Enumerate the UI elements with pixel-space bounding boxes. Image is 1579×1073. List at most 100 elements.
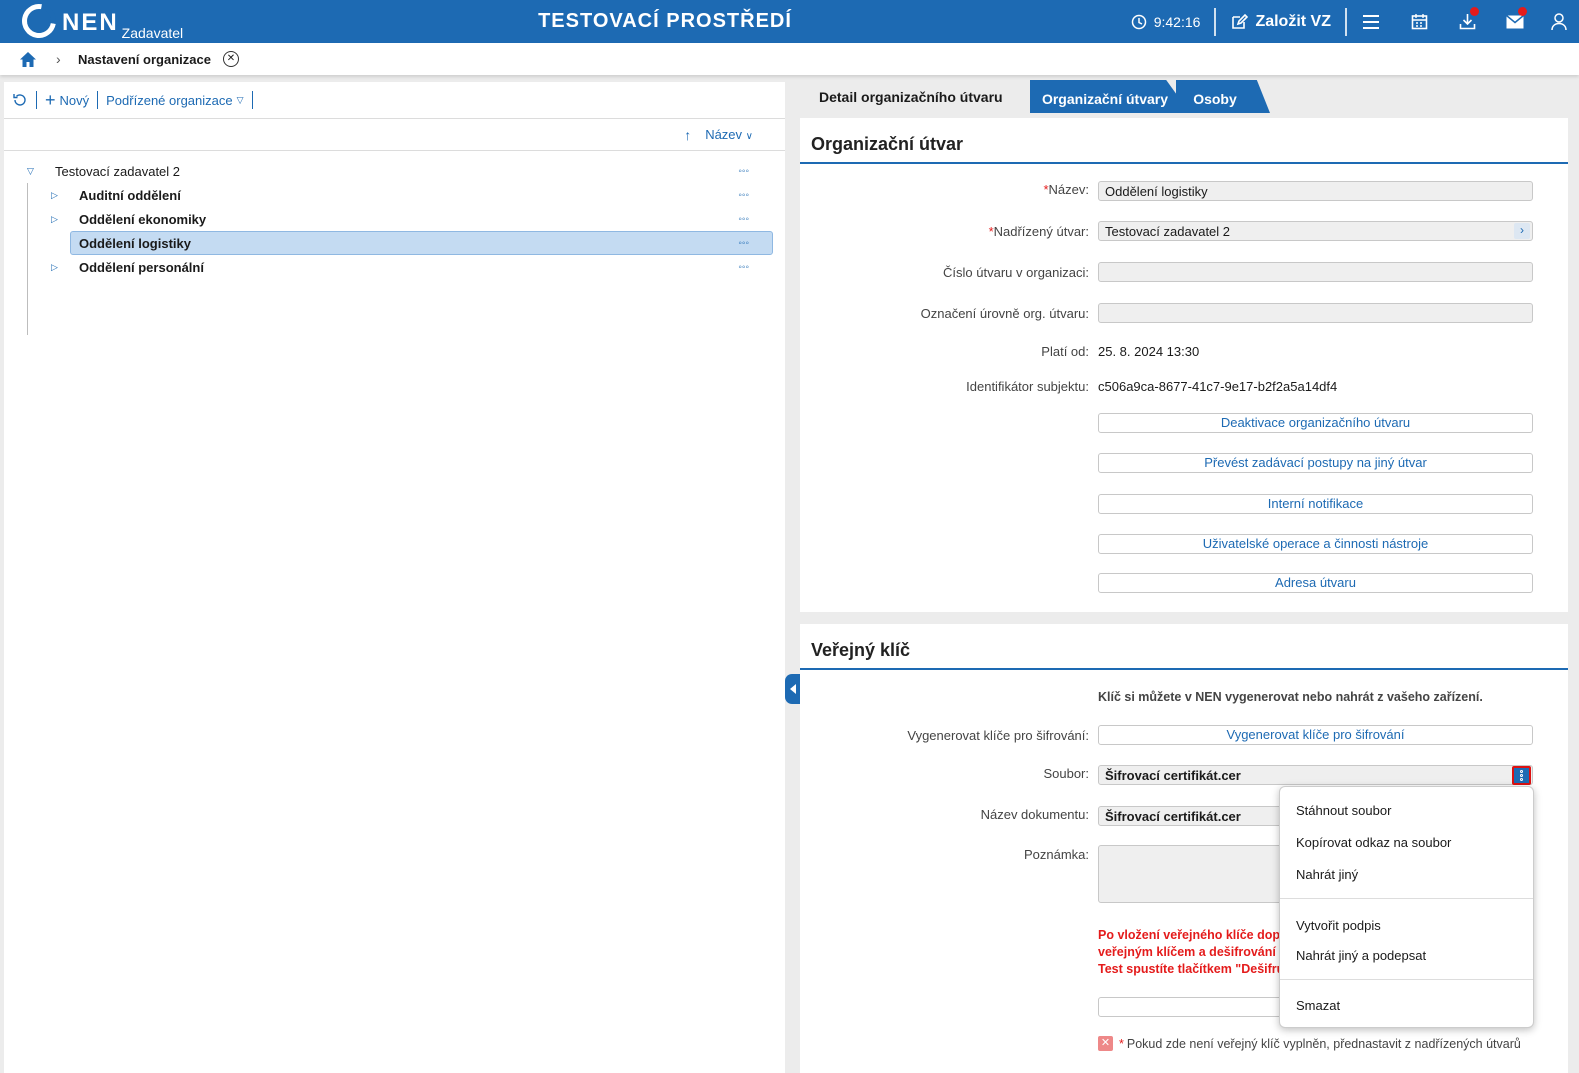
create-vz-button[interactable]: Založit VZ xyxy=(1216,0,1345,43)
card-title: Veřejný klíč xyxy=(800,624,1568,670)
menu-item-upload-other[interactable]: Nahrát jiný xyxy=(1296,867,1358,882)
preset-note-label: Pokud zde není veřejný klíč vyplněn, pře… xyxy=(1126,1036,1521,1051)
more-options-icon[interactable]: ◦◦◦ xyxy=(738,166,749,177)
tree-node[interactable]: ▷ Oddělení ekonomiky ◦◦◦ xyxy=(4,207,785,231)
create-vz-label: Založit VZ xyxy=(1255,12,1331,30)
session-clock: 9:42:16 xyxy=(1117,0,1215,43)
valid-from-value: 25. 8. 2024 13:30 xyxy=(1098,344,1200,359)
more-options-icon[interactable]: ◦◦◦ xyxy=(738,190,749,201)
chevron-right-icon: › xyxy=(56,51,61,67)
chevron-right-icon[interactable]: › xyxy=(1514,223,1530,239)
file-label: Soubor: xyxy=(1043,766,1089,781)
tree-node-label: Oddělení ekonomiky xyxy=(79,211,207,227)
file-actions-button[interactable] xyxy=(1512,766,1531,785)
notification-dot xyxy=(1518,7,1527,16)
breadcrumb-current: Nastavení organizace xyxy=(78,51,211,67)
sub-organizations-label: Podřízené organizace xyxy=(106,92,233,108)
collapsed-triangle-icon[interactable]: ▷ xyxy=(51,262,58,273)
tab-persons[interactable]: Osoby xyxy=(1176,80,1270,113)
menu-item-upload-and-sign[interactable]: Nahrát jiný a podepsat xyxy=(1296,948,1426,963)
unit-number-label: Číslo útvaru v organizaci: xyxy=(943,265,1089,280)
preset-from-parent-checkbox[interactable]: ✕ * Pokud zde není veřejný klíč vyplněn,… xyxy=(1098,1036,1521,1051)
toolbar-divider xyxy=(97,91,99,109)
tree-node-selected[interactable]: Oddělení logistiky ◦◦◦ xyxy=(4,231,785,255)
tree-toolbar: + Nový Podřízené organizace ▽ xyxy=(4,82,785,119)
more-options-icon[interactable]: ◦◦◦ xyxy=(738,238,749,249)
generate-keys-label: Vygenerovat klíče pro šifrování: xyxy=(907,728,1089,743)
unit-address-button[interactable]: Adresa útvaru xyxy=(1098,573,1533,593)
generate-keys-button[interactable]: Vygenerovat klíče pro šifrování xyxy=(1098,725,1533,745)
tree-node-label: Testovací zadavatel 2 xyxy=(55,163,181,179)
menu-item-delete[interactable]: Smazat xyxy=(1296,998,1340,1013)
internal-notifications-button[interactable]: Interní notifikace xyxy=(1098,494,1533,514)
new-label: Nový xyxy=(59,92,90,108)
unchecked-x-icon[interactable]: ✕ xyxy=(1098,1036,1113,1051)
document-name-label: Název dokumentu: xyxy=(980,807,1089,822)
more-options-icon[interactable]: ◦◦◦ xyxy=(738,262,749,273)
calendar-icon xyxy=(1411,14,1427,30)
plus-icon: + xyxy=(45,90,56,110)
file-field[interactable]: Šifrovací certifikát.cer xyxy=(1098,765,1533,785)
sort-field-dropdown[interactable]: Název ∨ xyxy=(705,127,753,142)
close-tab-icon[interactable]: ✕ xyxy=(222,51,239,67)
name-field[interactable]: Oddělení logistiky xyxy=(1098,181,1533,201)
user-icon xyxy=(1551,13,1567,30)
menu-item-create-signature[interactable]: Vytvořit podpis xyxy=(1296,918,1381,933)
expanded-triangle-icon[interactable]: ▽ xyxy=(27,166,34,177)
name-label: *Název: xyxy=(1043,182,1089,197)
collapse-panel-handle[interactable] xyxy=(785,674,800,704)
sort-bar: ↑ Název ∨ xyxy=(4,119,785,151)
collapsed-triangle-icon[interactable]: ▷ xyxy=(51,190,58,201)
downloads-button[interactable] xyxy=(1443,0,1491,43)
chevron-down-icon: ∨ xyxy=(745,131,753,142)
menu-divider xyxy=(1280,898,1533,899)
file-actions-menu: Stáhnout soubor Kopírovat odkaz na soubo… xyxy=(1279,786,1534,1028)
org-tree: ▽ Testovací zadavatel 2 ◦◦◦ ▷ Auditní od… xyxy=(4,151,785,335)
breadcrumb: › Nastavení organizace ✕ xyxy=(0,43,1579,75)
menu-item-copy-link[interactable]: Kopírovat odkaz na soubor xyxy=(1296,835,1451,850)
tree-node-label: Oddělení personální xyxy=(79,259,204,275)
unit-level-label: Označení úrovně org. útvaru: xyxy=(920,306,1089,321)
more-options-icon[interactable]: ◦◦◦ xyxy=(738,214,749,225)
tree-node-label: Oddělení logistiky xyxy=(79,235,191,251)
messages-button[interactable] xyxy=(1491,0,1539,43)
new-button[interactable]: + Nový xyxy=(45,90,90,110)
user-profile-button[interactable] xyxy=(1539,0,1579,43)
toolbar-divider xyxy=(251,91,253,109)
sort-field-label: Název xyxy=(705,127,743,142)
calendar-button[interactable] xyxy=(1395,0,1443,43)
sort-ascending-icon[interactable]: ↑ xyxy=(684,127,691,143)
tab-label: Detail organizačního útvaru xyxy=(819,89,1003,105)
transfer-procedures-button[interactable]: Převést zadávací postupy na jiný útvar xyxy=(1098,453,1533,473)
tree-node[interactable]: ▷ Auditní oddělení ◦◦◦ xyxy=(4,183,785,207)
subject-id-value: c506a9ca-8677-41c7-9e17-b2f2a5a14df4 xyxy=(1098,379,1338,394)
top-bar: NEN Zadavatel TESTOVACÍ PROSTŘEDÍ 9:42:1… xyxy=(0,0,1579,45)
collapsed-triangle-icon[interactable]: ▷ xyxy=(51,214,58,225)
tree-node-label: Auditní oddělení xyxy=(79,187,181,203)
tab-label: Osoby xyxy=(1193,91,1237,107)
sub-organizations-dropdown[interactable]: Podřízené organizace ▽ xyxy=(106,93,243,108)
note-label: Poznámka: xyxy=(1023,847,1089,862)
tree-node[interactable]: ▷ Oddělení personální ◦◦◦ xyxy=(4,255,785,279)
tree-node-root[interactable]: ▽ Testovací zadavatel 2 ◦◦◦ xyxy=(4,159,785,183)
key-warning-text: Po vložení veřejného klíče dopor veřejný… xyxy=(1098,928,1294,976)
file-value: Šifrovací certifikát.cer xyxy=(1105,768,1241,783)
tab-detail[interactable]: Detail organizačního útvaru xyxy=(800,80,1030,113)
home-button[interactable] xyxy=(0,51,56,68)
triangle-down-icon: ▽ xyxy=(236,94,244,105)
refresh-button[interactable] xyxy=(12,92,28,108)
unit-number-field[interactable] xyxy=(1098,262,1533,282)
menu-icon xyxy=(1363,14,1379,29)
home-icon xyxy=(20,51,36,67)
unit-level-field[interactable] xyxy=(1098,303,1533,323)
menu-item-download[interactable]: Stáhnout soubor xyxy=(1296,803,1391,818)
parent-unit-field[interactable]: Testovací zadavatel 2 › xyxy=(1098,221,1533,241)
key-info-text: Klíč si můžete v NEN vygenerovat nebo na… xyxy=(1098,690,1483,704)
user-operations-button[interactable]: Uživatelské operace a činnosti nástroje xyxy=(1098,534,1533,554)
org-tree-panel: + Nový Podřízené organizace ▽ ↑ Název ∨ … xyxy=(4,82,785,1073)
deactivate-unit-button[interactable]: Deaktivace organizačního útvaru xyxy=(1098,413,1533,433)
card-title: Organizační útvar xyxy=(800,118,1568,164)
tab-org-units[interactable]: Organizační útvary xyxy=(1020,80,1190,113)
main-menu-button[interactable] xyxy=(1347,0,1395,43)
clock-time: 9:42:16 xyxy=(1153,13,1201,30)
